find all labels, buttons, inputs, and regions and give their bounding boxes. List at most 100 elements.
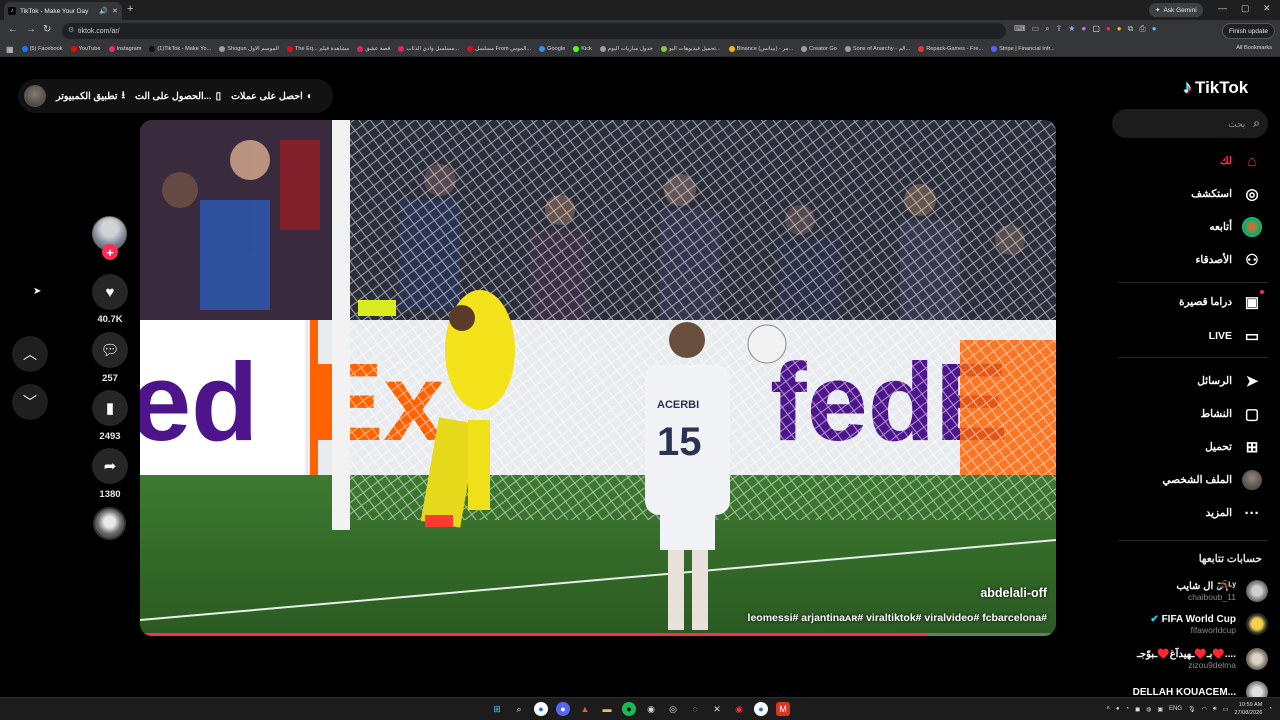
video-author[interactable]: abdelali-off: [980, 586, 1047, 600]
close-tab-icon[interactable]: ✕: [112, 7, 118, 15]
bookmark-item[interactable]: Repack-Games - Fre...: [918, 46, 983, 52]
spotify-icon[interactable]: ●: [622, 702, 636, 716]
minimize-icon[interactable]: —: [1218, 3, 1227, 13]
tray-app-icon[interactable]: ◼: [1135, 706, 1140, 713]
like-button[interactable]: ♥: [92, 274, 128, 310]
followed-account[interactable]: ال شايب 🪃ᴸʸ chaiboub_11: [1176, 580, 1268, 602]
search-icon[interactable]: ⌕: [1253, 116, 1260, 131]
tray-app-icon[interactable]: ◔: [1126, 706, 1130, 712]
bookmark-item[interactable]: جدول مباريات اليوم: [599, 46, 653, 52]
discord-icon[interactable]: ●: [556, 702, 570, 716]
bookmark-item[interactable]: The Eq... مشاهدة فيلم: [286, 46, 349, 52]
apps-grid-icon[interactable]: ▦: [6, 45, 14, 54]
bookmark-item[interactable]: مسلسل From الموس...: [467, 46, 531, 52]
extension-icon[interactable]: ●: [1081, 24, 1086, 34]
bookmark-star-icon[interactable]: ★: [1068, 24, 1075, 34]
bookmark-item[interactable]: Stripe | Financial Infr...: [991, 46, 1055, 52]
app-icon[interactable]: ◌: [688, 702, 702, 716]
sidebar-item-profile-avatar[interactable]: الملف الشخصي: [1162, 470, 1262, 490]
cast-icon[interactable]: ▭: [1032, 24, 1040, 34]
followed-account[interactable]: ✔ FIFA World Cup fifaworldcup: [1150, 613, 1268, 635]
extension-icon[interactable]: ●: [1117, 24, 1122, 34]
extensions-puzzle-icon[interactable]: ⧉: [1128, 24, 1134, 34]
tray-app-icon[interactable]: ▣: [1157, 706, 1163, 713]
tray-app-icon[interactable]: ◍: [1146, 706, 1151, 713]
bookmark-item[interactable]: YouTube: [70, 46, 101, 52]
search-input[interactable]: [1135, 118, 1246, 129]
browser-tab[interactable]: ♪ TikTok - Make Your Day 🔊 ✕: [4, 2, 122, 20]
site-info-icon[interactable]: ⚙: [68, 26, 74, 34]
ask-gemini-button[interactable]: ✦ Ask Gemini: [1149, 3, 1203, 17]
sidebar-item-upload[interactable]: تحميل ⊞: [1205, 437, 1262, 457]
bookmark-item[interactable]: Kick: [573, 46, 592, 52]
xbox-icon[interactable]: ✕: [710, 702, 724, 716]
volume-icon[interactable]: 🔊︎: [1213, 706, 1217, 713]
steam-icon[interactable]: ◎: [666, 702, 680, 716]
sidebar-item-home[interactable]: لك ⌂: [1220, 151, 1262, 171]
close-window-icon[interactable]: ✕: [1263, 3, 1271, 14]
follow-plus-button[interactable]: +: [102, 244, 118, 260]
finish-update-button[interactable]: Finish update: [1222, 23, 1276, 39]
wifi-icon[interactable]: ◠: [1202, 706, 1207, 713]
sidebar-item-more[interactable]: المزيد ···: [1206, 503, 1262, 523]
extension-icon[interactable]: ▢: [1092, 24, 1100, 34]
extension-icon[interactable]: ⎙: [1139, 24, 1145, 34]
file-explorer-icon[interactable]: ▬: [600, 702, 614, 716]
microphone-icon[interactable]: 🎙︎: [1188, 706, 1196, 713]
video-hashtags[interactable]: leomessi# arjantinaᴀʀ# viraltiktok# vira…: [748, 612, 1047, 624]
language-indicator[interactable]: ENG: [1169, 706, 1182, 712]
windows-start-icon[interactable]: ⊞: [490, 702, 504, 716]
followed-account[interactable]: بـ♥️ـهيدآغ♥️ـبوّجـ♥️.... zizou9delma: [1137, 648, 1268, 670]
video-player[interactable]: ed Ex fedE ACERBI 15 abdelali-off leomes…: [140, 120, 1056, 636]
bookmark-item[interactable]: Binance (بينانس) - مر...: [728, 46, 793, 52]
sidebar-item-short-drama[interactable]: دراما قصيرة ▣: [1179, 290, 1264, 312]
sidebar-item-live[interactable]: LIVE ▭: [1209, 326, 1262, 346]
battery-icon[interactable]: ▭: [1223, 706, 1229, 713]
bookmark-item[interactable]: Sons of Anarchy - الم...: [844, 46, 910, 52]
bookmark-item[interactable]: Google: [539, 46, 565, 52]
bookmark-item[interactable]: قصة عشق: [357, 46, 390, 52]
sidebar-item-messages[interactable]: الرسائل ➤: [1197, 371, 1262, 391]
music-disc-avatar[interactable]: [93, 507, 126, 540]
notifications-icon[interactable]: ◔: [1268, 706, 1272, 712]
save-button[interactable]: ▮: [92, 390, 128, 426]
mail-icon[interactable]: M: [776, 702, 790, 716]
tray-overflow-icon[interactable]: ˄: [1106, 706, 1110, 712]
tiktok-logo[interactable]: ♪ TikTok: [1183, 77, 1248, 98]
share-icon[interactable]: ⇪: [1056, 24, 1063, 34]
video-progress-bar[interactable]: [140, 633, 1056, 636]
bookmark-item[interactable]: تحميل فيديوهات اليو...: [660, 46, 721, 52]
next-video-button[interactable]: ﹀: [12, 384, 48, 420]
speaker-icon[interactable]: 🔊: [99, 7, 108, 15]
app-icon[interactable]: ◉: [732, 702, 746, 716]
profile-icon[interactable]: ●: [1152, 24, 1157, 34]
share-button[interactable]: ➦: [92, 448, 128, 484]
sidebar-item-following-avatar[interactable]: أتابعه: [1209, 217, 1262, 237]
user-avatar[interactable]: [24, 85, 46, 107]
taskbar-search-icon[interactable]: ⌕: [512, 702, 526, 716]
bookmark-item[interactable]: مسلسل وادي الذئاب...: [398, 46, 459, 52]
obs-icon[interactable]: ◉: [644, 702, 658, 716]
get-app-button[interactable]: الحصول على الت... ▯: [135, 91, 221, 102]
back-icon[interactable]: ←: [8, 24, 18, 35]
all-bookmarks-button[interactable]: All Bookmarks: [1236, 45, 1272, 51]
tray-app-icon[interactable]: ●: [1116, 706, 1120, 712]
comment-button[interactable]: 💬︎: [92, 332, 128, 368]
sidebar-item-activity[interactable]: النشاط ▢: [1200, 404, 1262, 424]
url-field[interactable]: ⚙ tiktok.com/ar/: [62, 23, 1006, 39]
get-coins-button[interactable]: احصل على عملات ◐: [231, 91, 313, 102]
zoom-icon[interactable]: ⌕: [1045, 24, 1049, 34]
bookmark-item[interactable]: (5) Facebook: [21, 46, 63, 52]
maximize-icon[interactable]: ▢: [1241, 3, 1250, 14]
clock[interactable]: 10:59 AM 27/08/2026: [1234, 701, 1262, 717]
bookmark-item[interactable]: Creator Go: [801, 46, 837, 52]
new-tab-button[interactable]: +: [127, 3, 133, 15]
bookmark-item[interactable]: (1)TikTok - Make Yo...: [149, 46, 211, 52]
brave-icon[interactable]: ▲: [578, 702, 592, 716]
translate-icon[interactable]: ⌨: [1014, 24, 1026, 34]
sidebar-item-friends[interactable]: الأصدقاء ⚇: [1196, 250, 1263, 270]
previous-video-button[interactable]: ︿: [12, 336, 48, 372]
sidebar-item-compass[interactable]: استكشف ◎: [1191, 184, 1262, 204]
reload-icon[interactable]: ↻: [43, 24, 51, 35]
forward-icon[interactable]: →: [26, 24, 36, 35]
